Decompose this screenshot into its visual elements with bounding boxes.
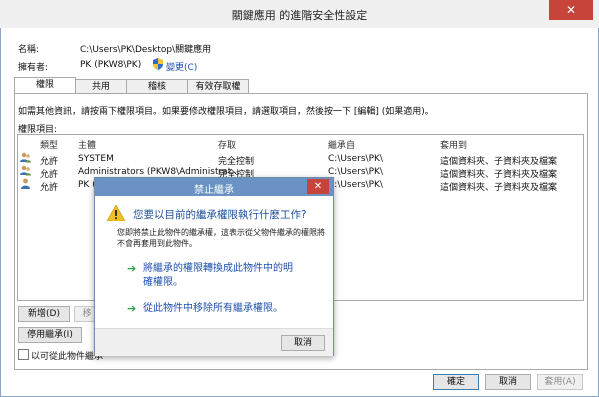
row-type: 允許 <box>40 170 59 180</box>
column-header-access[interactable]: 存取 <box>218 138 236 151</box>
row-type: 允許 <box>40 157 59 167</box>
disable-inheritance-button[interactable]: 停用繼承(I) <box>18 327 82 343</box>
uac-shield-icon <box>152 58 164 70</box>
remove-option-label: 從此物件中移除所有繼承權限。 <box>143 303 283 314</box>
row-principal[interactable]: Administrators (PKW8\Administrat... <box>78 167 240 177</box>
ok-button[interactable]: 確定 <box>433 374 479 390</box>
row-applies-to: 這個資料夾、子資料夾及檔案 <box>440 157 558 167</box>
user-icon <box>20 178 31 189</box>
dialog-description: 您即將禁止此物件的繼承權，這表示從父物件繼承的權限將不會再套用到此物件。 <box>117 228 325 248</box>
apply-button[interactable]: 套用(A) <box>537 374 583 390</box>
convert-option-line1: 將繼承的權限轉換成此物件中的明 <box>143 263 293 274</box>
users-icon <box>20 152 31 163</box>
row-type: 允許 <box>40 183 59 193</box>
column-header-principal[interactable]: 主體 <box>78 138 96 151</box>
tab-auditing[interactable]: 稽核 <box>126 79 188 94</box>
change-owner-link[interactable]: 變更(C) <box>166 60 197 73</box>
name-value: C:\Users\PK\Desktop\關鍵應用 <box>80 45 212 55</box>
green-arrow-icon: ➔ <box>127 302 137 315</box>
tab-effective-access[interactable]: 有效存取權 <box>187 79 249 94</box>
column-header-applies-to[interactable]: 套用到 <box>440 138 467 151</box>
convert-inherited-option[interactable]: ➔ 將繼承的權限轉換成此物件中的明 確權限。 <box>127 262 332 294</box>
column-header-inherited-from[interactable]: 繼承自 <box>328 138 355 151</box>
convert-option-line2: 確權限。 <box>143 277 183 288</box>
column-header-type[interactable]: 類型 <box>40 138 58 151</box>
add-button[interactable]: 新增(D) <box>18 306 70 322</box>
row-applies-to: 這個資料夾、子資料夾及檔案 <box>440 170 558 180</box>
remove-inherited-option[interactable]: ➔ 從此物件中移除所有繼承權限。 <box>127 302 332 318</box>
owner-label: 擁有者: <box>18 63 49 73</box>
row-inherited-from: C:\Users\PK\ <box>328 180 383 190</box>
replace-child-permissions-checkbox[interactable] <box>18 349 29 360</box>
users-icon <box>20 165 31 176</box>
name-label: 名稱: <box>18 45 40 55</box>
row-principal[interactable]: SYSTEM <box>78 154 114 164</box>
dialog-question: 您要以目前的繼承權限執行什麼工作? <box>133 209 307 221</box>
window-close-button[interactable]: ✕ <box>549 0 593 20</box>
block-inheritance-dialog: 禁止繼承 ✕ 您要以目前的繼承權限執行什麼工作? 您即將禁止此物件的繼承權，這表… <box>94 177 334 356</box>
warning-icon <box>106 204 126 222</box>
replace-child-permissions-label: 以可從此物件繼承 <box>31 352 104 362</box>
owner-value: PK (PKW8\PK) <box>80 60 142 70</box>
instructions-text: 如需其他資訊，請按兩下權限項目。如果要修改權限項目，請選取項目，然後按一下 [編… <box>18 107 434 117</box>
row-inherited-from: C:\Users\PK\ <box>328 167 383 177</box>
row-access: 完全控制 <box>218 157 255 167</box>
window-title: 關鍵應用 的進階安全性設定 <box>231 9 368 22</box>
dialog-close-button[interactable]: ✕ <box>307 179 329 194</box>
dialog-title: 禁止繼承 <box>194 185 234 196</box>
cancel-button[interactable]: 取消 <box>485 374 531 390</box>
row-applies-to: 這個資料夾、子資料夾及檔案 <box>440 183 558 193</box>
dialog-cancel-button[interactable]: 取消 <box>281 335 325 351</box>
green-arrow-icon: ➔ <box>127 262 137 275</box>
row-inherited-from: C:\Users\PK\ <box>328 154 383 164</box>
tab-sharing[interactable]: 共用 <box>75 79 127 94</box>
